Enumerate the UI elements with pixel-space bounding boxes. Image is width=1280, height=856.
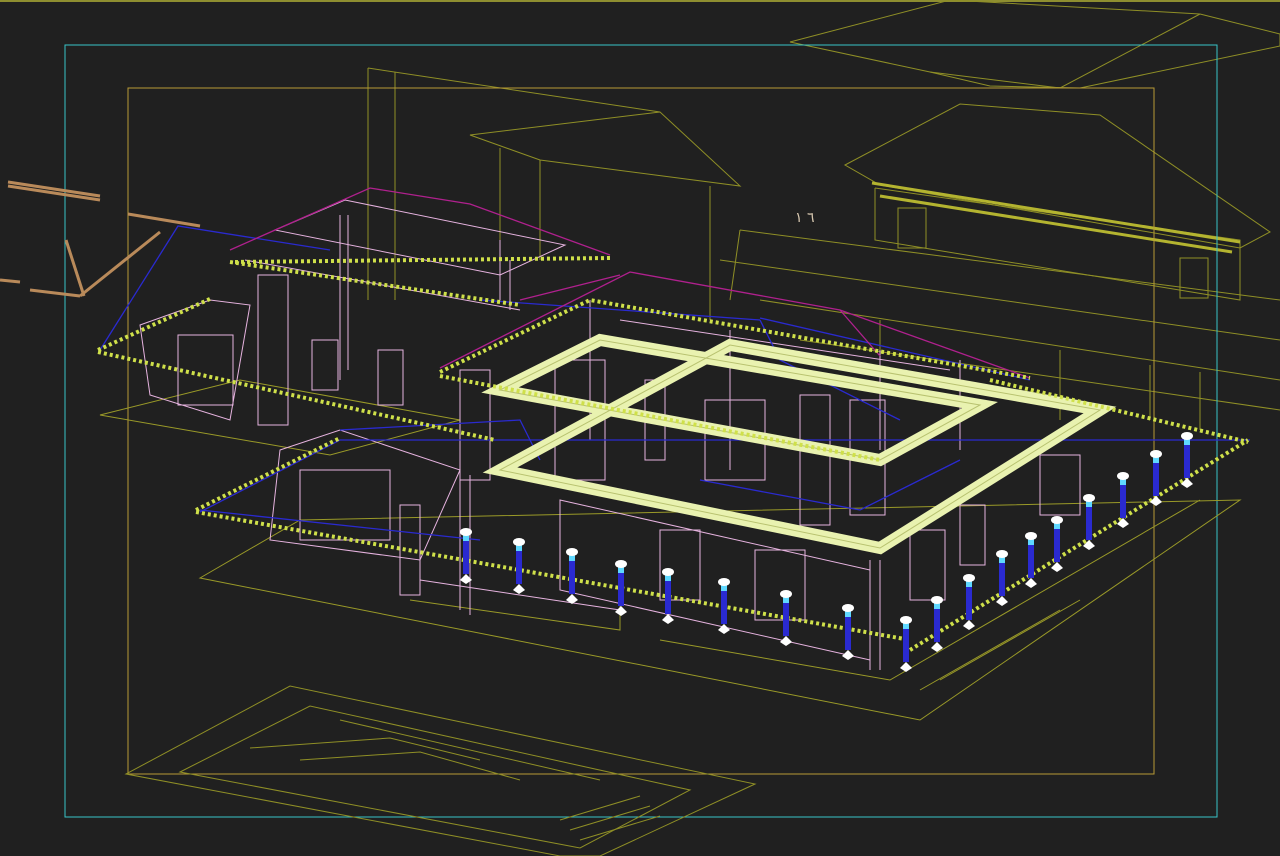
column-array[interactable] [460, 432, 1193, 672]
column[interactable] [513, 538, 525, 594]
column[interactable] [842, 604, 854, 660]
3d-viewport[interactable]: ٦ ١ [0, 0, 1280, 856]
wireframe-scene[interactable]: ٦ ١ [0, 0, 1280, 856]
column[interactable] [566, 548, 578, 604]
right-building-cornice [871, 181, 1241, 254]
column[interactable] [900, 616, 912, 672]
column[interactable] [1025, 532, 1037, 588]
viewport-gizmo-label: ٦ ١ [795, 210, 815, 226]
safe-frame-inner [127, 87, 1155, 775]
column[interactable] [963, 574, 975, 630]
roof-trims [97, 256, 1250, 652]
column[interactable] [931, 596, 943, 652]
column[interactable] [1051, 516, 1063, 572]
column[interactable] [1150, 450, 1162, 506]
safe-frame-outer [64, 44, 1218, 818]
ground-plan [124, 685, 757, 856]
